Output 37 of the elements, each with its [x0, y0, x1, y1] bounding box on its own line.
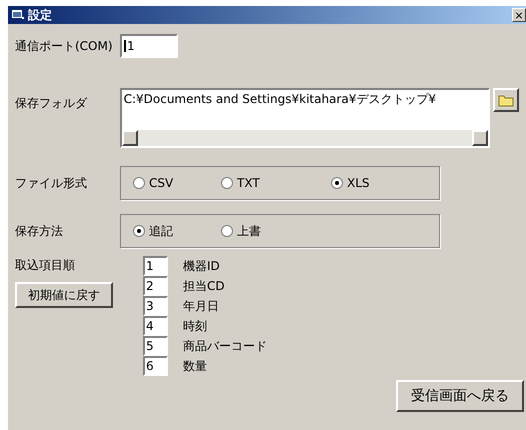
item-label: 商品バーコード: [183, 338, 267, 355]
field-label: ファイル形式: [15, 175, 88, 192]
item-label: 年月日: [183, 298, 219, 315]
radio-button[interactable]: [133, 177, 145, 189]
item-label: 数量: [183, 358, 207, 375]
scrollbar[interactable]: [122, 130, 488, 146]
field-label: 通信ポート(COM): [15, 38, 114, 55]
input-field[interactable]: 1: [120, 34, 178, 58]
radio-label: XLS: [347, 175, 370, 192]
window-icon: [12, 10, 24, 20]
folder-browse-button[interactable]: [493, 88, 519, 112]
order-field[interactable]: 4: [143, 316, 168, 336]
back-button[interactable]: 受信画面へ戻る: [396, 380, 524, 412]
reset-button[interactable]: 初期値に戻す: [15, 282, 113, 308]
radio-label: 上書: [237, 223, 261, 240]
radio-button[interactable]: [331, 177, 343, 189]
field-label: 保存フォルダ: [15, 95, 88, 112]
radio-button[interactable]: [221, 225, 233, 237]
order-field[interactable]: 3: [143, 296, 168, 316]
order-field[interactable]: 2: [143, 276, 168, 296]
folder-icon: [498, 94, 514, 106]
order-field[interactable]: 5: [143, 336, 168, 356]
text-area[interactable]: C:¥Documents and Settings¥kitahara¥デスクトップ¥: [120, 88, 490, 148]
item-label: 担当CD: [183, 278, 225, 295]
close-button[interactable]: ×: [512, 8, 526, 22]
item-label: 機器ID: [183, 258, 220, 275]
field-label: 保存方法: [15, 223, 64, 240]
radio-label: 追記: [149, 223, 173, 240]
radio-button[interactable]: [133, 225, 145, 237]
order-field[interactable]: 6: [143, 356, 168, 376]
radio-button[interactable]: [221, 177, 233, 189]
order-field[interactable]: 1: [143, 256, 168, 276]
radio-label: TXT: [237, 175, 260, 192]
window-title: 設定: [28, 7, 52, 24]
item-label: 時刻: [183, 318, 207, 335]
radio-label: CSV: [149, 175, 174, 192]
field-label: 取込項目順: [15, 257, 76, 274]
